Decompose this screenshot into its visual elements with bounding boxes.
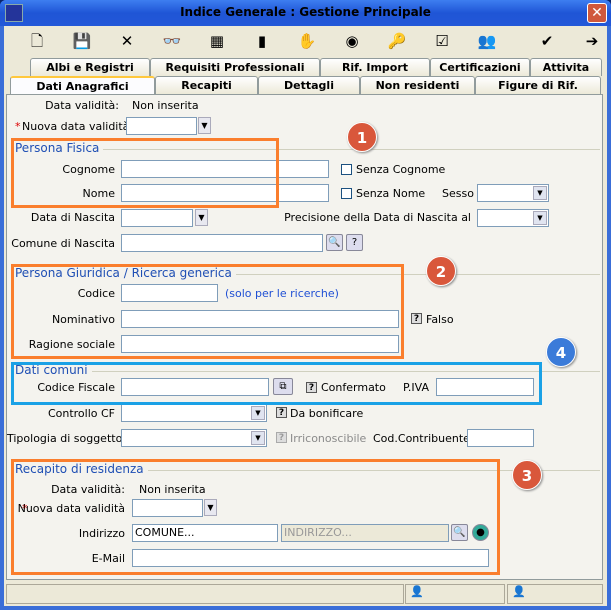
- sesso-select[interactable]: ▼: [477, 184, 549, 202]
- badge-3: 3: [512, 460, 542, 490]
- tab-dati-anagrafici[interactable]: Dati Anagrafici: [10, 76, 155, 96]
- status-bar-alert: 👤: [507, 584, 603, 604]
- users-icon[interactable]: 👥: [476, 30, 498, 52]
- tree-icon[interactable]: ▦: [206, 30, 228, 52]
- user-alert-icon: 👤: [512, 585, 526, 598]
- falso-label: Falso: [426, 313, 454, 326]
- irriconoscibile-label: Irriconoscibile: [290, 432, 367, 445]
- annotation-box-2: [11, 264, 404, 359]
- senza-nome-checkbox[interactable]: [341, 188, 352, 199]
- tipologia-select[interactable]: ▼: [121, 429, 267, 447]
- help-icon[interactable]: ?: [346, 234, 363, 251]
- controllo-cf-select[interactable]: ▼: [121, 404, 267, 422]
- date-dropdown-button[interactable]: ▼: [198, 117, 211, 134]
- tipologia-label: Tipologia di soggetto: [7, 432, 123, 445]
- comune-nascita-input[interactable]: [121, 234, 323, 252]
- nuova-data-validita-input[interactable]: [126, 117, 197, 135]
- da-bonificare-tristate-checkbox[interactable]: ?: [276, 407, 287, 418]
- senza-cognome-label: Senza Cognome: [356, 163, 446, 176]
- search-binoculars-icon[interactable]: 👓: [161, 30, 183, 52]
- da-bonificare-label: Da bonificare: [290, 407, 364, 420]
- window-title: Indice Generale : Gestione Principale: [180, 5, 431, 19]
- required-marker: *: [15, 120, 21, 133]
- status-bar-message: [6, 584, 404, 604]
- tab-rif-import[interactable]: Rif. Import: [320, 58, 430, 76]
- annotation-box-4: [11, 362, 542, 405]
- badge-4: 4: [546, 337, 576, 367]
- checked-document-icon[interactable]: ☑: [431, 30, 453, 52]
- status-bar-user: 👤: [405, 584, 505, 604]
- tab-certificazioni[interactable]: Certificazioni: [430, 58, 530, 76]
- tab-requisiti-professionali[interactable]: Requisiti Professionali: [150, 58, 320, 76]
- tab-attivita[interactable]: Attivita: [530, 58, 602, 76]
- user-icon: 👤: [410, 585, 424, 598]
- cod-contribuente-input[interactable]: [467, 429, 534, 447]
- nuova-data-validita-label: Nuova data validità: [22, 120, 130, 133]
- falso-tristate-checkbox[interactable]: ?: [411, 313, 422, 324]
- data-nascita-label: Data di Nascita: [30, 211, 115, 224]
- tab-dettagli[interactable]: Dettagli: [258, 76, 360, 94]
- cod-contribuente-label: Cod.Contribuente: [373, 432, 470, 445]
- key-icon[interactable]: 🔑: [386, 30, 408, 52]
- annotation-box-3: [11, 459, 500, 575]
- title-bar[interactable]: Indice Generale : Gestione Principale ✕: [0, 0, 611, 26]
- new-document-icon[interactable]: 🗋: [26, 30, 48, 52]
- irriconoscibile-checkbox: ?: [276, 432, 287, 443]
- tab-recapiti[interactable]: Recapiti: [155, 76, 258, 94]
- annotation-box-1: [11, 138, 279, 208]
- badge-2: 2: [426, 256, 456, 286]
- search-icon[interactable]: 🔍: [326, 234, 343, 251]
- tab-albi-e-registri[interactable]: Albi e Registri: [30, 58, 150, 76]
- binder-icon[interactable]: ▮: [251, 30, 273, 52]
- stamp-icon[interactable]: ✋: [296, 30, 318, 52]
- controllo-cf-label: Controllo CF: [47, 407, 115, 420]
- delete-icon[interactable]: ✕: [116, 30, 138, 52]
- save-icon[interactable]: 💾: [71, 30, 93, 52]
- exit-icon[interactable]: ➔: [581, 30, 603, 52]
- comune-nascita-label: Comune di Nascita: [11, 237, 115, 250]
- senza-nome-label: Senza Nome: [356, 187, 426, 200]
- sesso-label: Sesso: [442, 187, 474, 200]
- data-nascita-input[interactable]: [121, 209, 193, 227]
- data-validita-label: Data validità:: [45, 99, 119, 112]
- tab-figure-di-rif[interactable]: Figure di Rif.: [475, 76, 601, 94]
- badge-1: 1: [347, 122, 377, 152]
- tab-non-residenti[interactable]: Non residenti: [360, 76, 475, 94]
- close-button[interactable]: ✕: [587, 3, 607, 23]
- data-nascita-dropdown[interactable]: ▼: [195, 209, 208, 226]
- camera-icon[interactable]: ◉: [341, 30, 363, 52]
- data-validita-value: Non inserita: [132, 99, 199, 112]
- senza-cognome-checkbox[interactable]: [341, 164, 352, 175]
- confirm-icon[interactable]: ✔: [536, 30, 558, 52]
- precisione-select[interactable]: ▼: [477, 209, 549, 227]
- precisione-label: Precisione della Data di Nascita al: [284, 211, 471, 224]
